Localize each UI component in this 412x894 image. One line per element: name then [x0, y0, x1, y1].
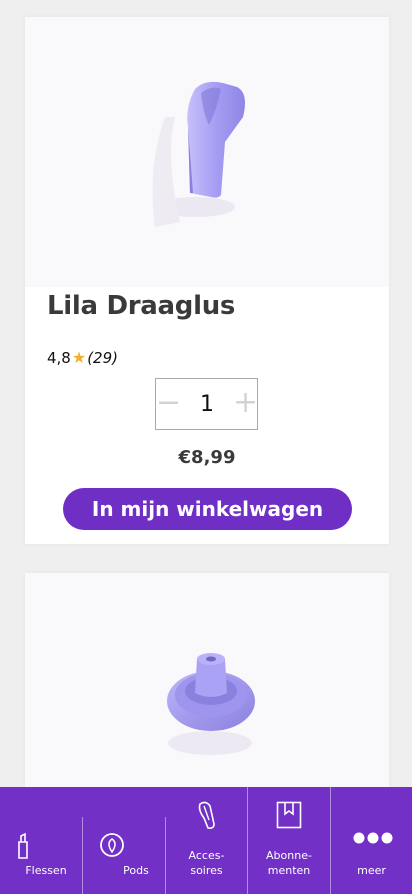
nav-label: Flessen	[25, 864, 67, 877]
quantity-stepper: − +	[155, 378, 258, 430]
star-icon: ★	[71, 348, 87, 367]
nav-item-abonnementen[interactable]: Abonne- menten	[248, 787, 330, 894]
nav-label: Acces- soires	[188, 849, 225, 877]
nav-label: meer	[357, 864, 386, 877]
product-image[interactable]	[25, 573, 389, 813]
bottom-navigation: Flessen Pods Acces- soires Abonne- mente…	[0, 787, 412, 894]
bottle-cap-image	[167, 653, 255, 755]
bottle-icon	[18, 832, 28, 859]
decrease-quantity-button[interactable]: −	[156, 385, 182, 421]
quantity-input[interactable]	[184, 387, 230, 421]
product-card: Lila Draaglus 4,8 ★ (29) − + €8,99 In mi…	[25, 17, 389, 544]
nav-label: Pods	[123, 864, 149, 877]
product-price: €8,99	[178, 447, 236, 468]
add-to-cart-button[interactable]: In mijn winkelwagen	[63, 488, 352, 530]
rating-value: 4,8	[47, 348, 71, 367]
plus-icon: +	[233, 385, 259, 420]
product-card	[25, 573, 389, 813]
nav-item-accessoires[interactable]: Acces- soires	[166, 787, 247, 894]
pod-icon	[100, 833, 124, 857]
nav-label: Abonne- menten	[266, 849, 312, 877]
review-count[interactable]: (29)	[87, 349, 118, 367]
nav-item-pods[interactable]: Pods	[83, 787, 165, 894]
strap-icon	[198, 801, 215, 829]
more-dots-icon	[353, 832, 393, 844]
lilac-strap-image	[152, 81, 245, 227]
minus-icon: −	[156, 385, 182, 420]
product-title[interactable]: Lila Draaglus	[47, 291, 235, 321]
bookmark-icon	[276, 801, 302, 829]
increase-quantity-button[interactable]: +	[233, 385, 259, 421]
product-rating[interactable]: 4,8 ★ (29)	[47, 348, 118, 367]
nav-item-meer[interactable]: meer	[331, 787, 412, 894]
nav-item-flessen[interactable]: Flessen	[0, 787, 82, 894]
product-image[interactable]	[25, 17, 389, 287]
